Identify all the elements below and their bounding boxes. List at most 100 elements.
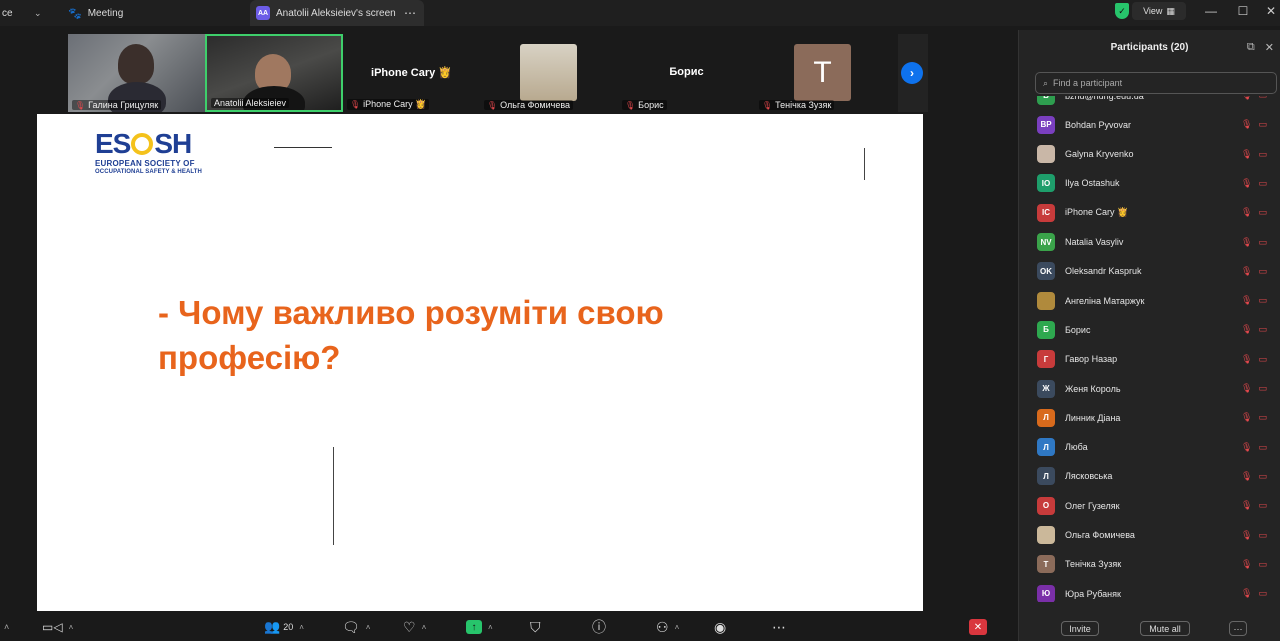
video-tile-3[interactable]: iPhone Cary 👸 🎙 iPhone Cary 👸 — [343, 34, 480, 112]
camera-off-icon[interactable]: ▭ — [1258, 295, 1267, 306]
camera-off-icon[interactable]: ▭ — [1258, 559, 1267, 570]
participant-row[interactable]: Bbzhd@nung.edu.ua🎙▭ — [1019, 96, 1280, 110]
muted-mic-icon[interactable]: 🎙 — [1241, 588, 1252, 599]
video-button[interactable]: ▭◁ ˄ — [42, 618, 73, 636]
participant-row[interactable]: OK Oleksandr Kaspruk 🎙 ▭ — [1019, 257, 1280, 286]
muted-mic-icon[interactable]: 🎙 — [1241, 471, 1252, 482]
camera-off-icon[interactable]: ▭ — [1258, 383, 1267, 394]
participants-button[interactable]: 👥 20 ˄ — [264, 618, 304, 636]
video-tile-4[interactable]: 🎙 Ольга Фомичева — [480, 34, 618, 112]
participant-avatar: Л — [1037, 408, 1055, 427]
camera-off-icon[interactable]: ▭ — [1258, 500, 1267, 511]
muted-mic-icon[interactable]: 🎙 — [1241, 178, 1252, 189]
chevron-up-icon[interactable]: ˄ — [69, 623, 74, 632]
chevron-up-icon[interactable]: ˄ — [366, 623, 371, 632]
video-tile-1[interactable]: 🎙 Галина Грицуляк — [68, 34, 205, 112]
video-tile-5[interactable]: Борис 🎙 Борис — [618, 34, 755, 112]
camera-off-icon[interactable]: ▭ — [1258, 149, 1267, 160]
muted-mic-icon[interactable]: 🎙 — [1241, 442, 1252, 453]
camera-off-icon[interactable]: ▭ — [1258, 471, 1267, 482]
participant-status: 🎙▭ — [1241, 559, 1267, 570]
camera-off-icon[interactable]: ▭ — [1258, 530, 1267, 541]
invite-button[interactable]: Invite — [1061, 621, 1099, 636]
participant-row[interactable]: Л Лясковська 🎙 ▭ — [1019, 462, 1280, 491]
view-button[interactable]: View ▦ — [1132, 2, 1186, 20]
participant-row[interactable]: IO Ilya Ostashuk 🎙 ▭ — [1019, 169, 1280, 198]
more-options-icon[interactable]: ⋯ — [404, 6, 416, 20]
slide-heading: - Чому важливо розуміти свою професію? — [158, 294, 664, 376]
muted-mic-icon[interactable]: 🎙 — [1241, 149, 1252, 160]
mute-all-button[interactable]: Mute all — [1140, 621, 1190, 636]
participant-row[interactable]: О Олег Гузеляк 🎙 ▭ — [1019, 491, 1280, 520]
muted-mic-icon[interactable]: 🎙 — [1241, 96, 1252, 101]
muted-mic-icon[interactable]: 🎙 — [1241, 354, 1252, 365]
chevron-up-icon[interactable]: ˄ — [4, 618, 9, 636]
chevron-up-icon[interactable]: ˄ — [675, 623, 680, 632]
camera-off-icon[interactable]: ▭ — [1258, 119, 1267, 130]
participant-row[interactable]: Galyna Kryvenko 🎙 ▭ — [1019, 140, 1280, 169]
record-button[interactable]: ◉ — [714, 618, 726, 636]
muted-mic-icon[interactable]: 🎙 — [1241, 500, 1252, 511]
chevron-up-icon[interactable]: ˄ — [299, 623, 304, 632]
muted-mic-icon[interactable]: 🎙 — [1241, 266, 1252, 277]
tab-shared-screen[interactable]: AA Anatolii Aleksieiev's screen ⋯ — [250, 0, 424, 26]
participant-row[interactable]: Л Линник Діана 🎙 ▭ — [1019, 403, 1280, 432]
participant-name: Oleksandr Kaspruk — [1065, 266, 1142, 277]
camera-off-icon[interactable]: ▭ — [1258, 207, 1267, 218]
more-button[interactable]: ⋯ — [772, 618, 786, 636]
muted-mic-icon[interactable]: 🎙 — [1241, 530, 1252, 541]
maximize-icon[interactable]: ☐ — [1228, 0, 1258, 22]
search-input[interactable] — [1053, 78, 1254, 88]
host-tools-button[interactable]: ⛉ — [530, 618, 541, 636]
camera-off-icon[interactable]: ▭ — [1258, 442, 1267, 453]
participant-row[interactable]: Ю Юра Рубаняк 🎙 ▭ — [1019, 579, 1280, 602]
camera-off-icon[interactable]: ▭ — [1258, 96, 1267, 101]
chat-button[interactable]: 🗨 ˄ — [342, 618, 370, 636]
close-icon[interactable]: ✕ — [1256, 0, 1280, 22]
participant-row[interactable]: T Тенічка Зузяк 🎙 ▭ — [1019, 550, 1280, 579]
participant-row[interactable]: Ангеліна Матаржук 🎙 ▭ — [1019, 286, 1280, 315]
participant-row[interactable]: Б Борис 🎙 ▭ — [1019, 315, 1280, 344]
camera-off-icon[interactable]: ▭ — [1258, 354, 1267, 365]
muted-mic-icon[interactable]: 🎙 — [1241, 412, 1252, 423]
muted-mic-icon[interactable]: 🎙 — [1241, 295, 1252, 306]
chevron-up-icon[interactable]: ˄ — [488, 623, 493, 632]
camera-off-icon[interactable]: ▭ — [1258, 266, 1267, 277]
share-screen-button[interactable]: ↑ ˄ — [466, 618, 493, 636]
video-tile-2-active-speaker[interactable]: Anatolii Aleksieiev — [205, 34, 343, 112]
chevron-right-icon[interactable]: › — [901, 62, 923, 84]
muted-mic-icon[interactable]: 🎙 — [1241, 559, 1252, 570]
pop-out-icon[interactable]: ⧉ — [1247, 41, 1255, 54]
muted-mic-icon[interactable]: 🎙 — [1241, 237, 1252, 248]
more-options-button[interactable]: ··· — [1229, 621, 1247, 636]
participant-row[interactable]: Ольга Фомичева 🎙 ▭ — [1019, 521, 1280, 550]
participant-row[interactable]: Г Гавор Назар 🎙 ▭ — [1019, 345, 1280, 374]
end-meeting-button[interactable]: ✕ — [969, 619, 987, 635]
participant-row[interactable]: Ж Женя Король 🎙 ▭ — [1019, 374, 1280, 403]
camera-off-icon[interactable]: ▭ — [1258, 178, 1267, 189]
chevron-up-icon[interactable]: ˄ — [422, 623, 427, 632]
chevron-down-icon[interactable]: ⌄ — [34, 0, 42, 26]
chat-icon: 🗨 — [342, 618, 360, 635]
muted-mic-icon[interactable]: 🎙 — [1241, 383, 1252, 394]
security-shield-icon[interactable]: ✓ — [1115, 3, 1129, 19]
video-tile-6[interactable]: T 🎙 Тенічка Зузяк — [755, 34, 895, 112]
muted-mic-icon[interactable]: 🎙 — [1241, 207, 1252, 218]
participant-row[interactable]: IC iPhone Cary 👸 🎙 ▭ — [1019, 198, 1280, 227]
camera-off-icon[interactable]: ▭ — [1258, 237, 1267, 248]
muted-mic-icon[interactable]: 🎙 — [1241, 324, 1252, 335]
close-icon[interactable]: ✕ — [1265, 41, 1274, 54]
camera-off-icon[interactable]: ▭ — [1258, 324, 1267, 335]
apps-button[interactable]: ⚇ ˄ — [656, 618, 679, 636]
participant-row[interactable]: NV Natalia Vasyliv 🎙 ▭ — [1019, 228, 1280, 257]
tab-meeting[interactable]: 🐾 Meeting — [68, 0, 123, 26]
muted-mic-icon[interactable]: 🎙 — [1241, 119, 1252, 130]
reactions-button[interactable]: ♡ ˄ — [403, 618, 426, 636]
camera-off-icon[interactable]: ▭ — [1258, 412, 1267, 423]
camera-off-icon[interactable]: ▭ — [1258, 588, 1267, 599]
info-button[interactable]: ⓘ — [592, 618, 606, 636]
participant-row[interactable]: BP Bohdan Pyvovar 🎙 ▭ — [1019, 110, 1280, 139]
tile-name-text: Тенічка Зузяк — [775, 100, 832, 110]
participant-row[interactable]: Л Люба 🎙 ▭ — [1019, 433, 1280, 462]
minimize-icon[interactable]: — — [1196, 0, 1226, 22]
